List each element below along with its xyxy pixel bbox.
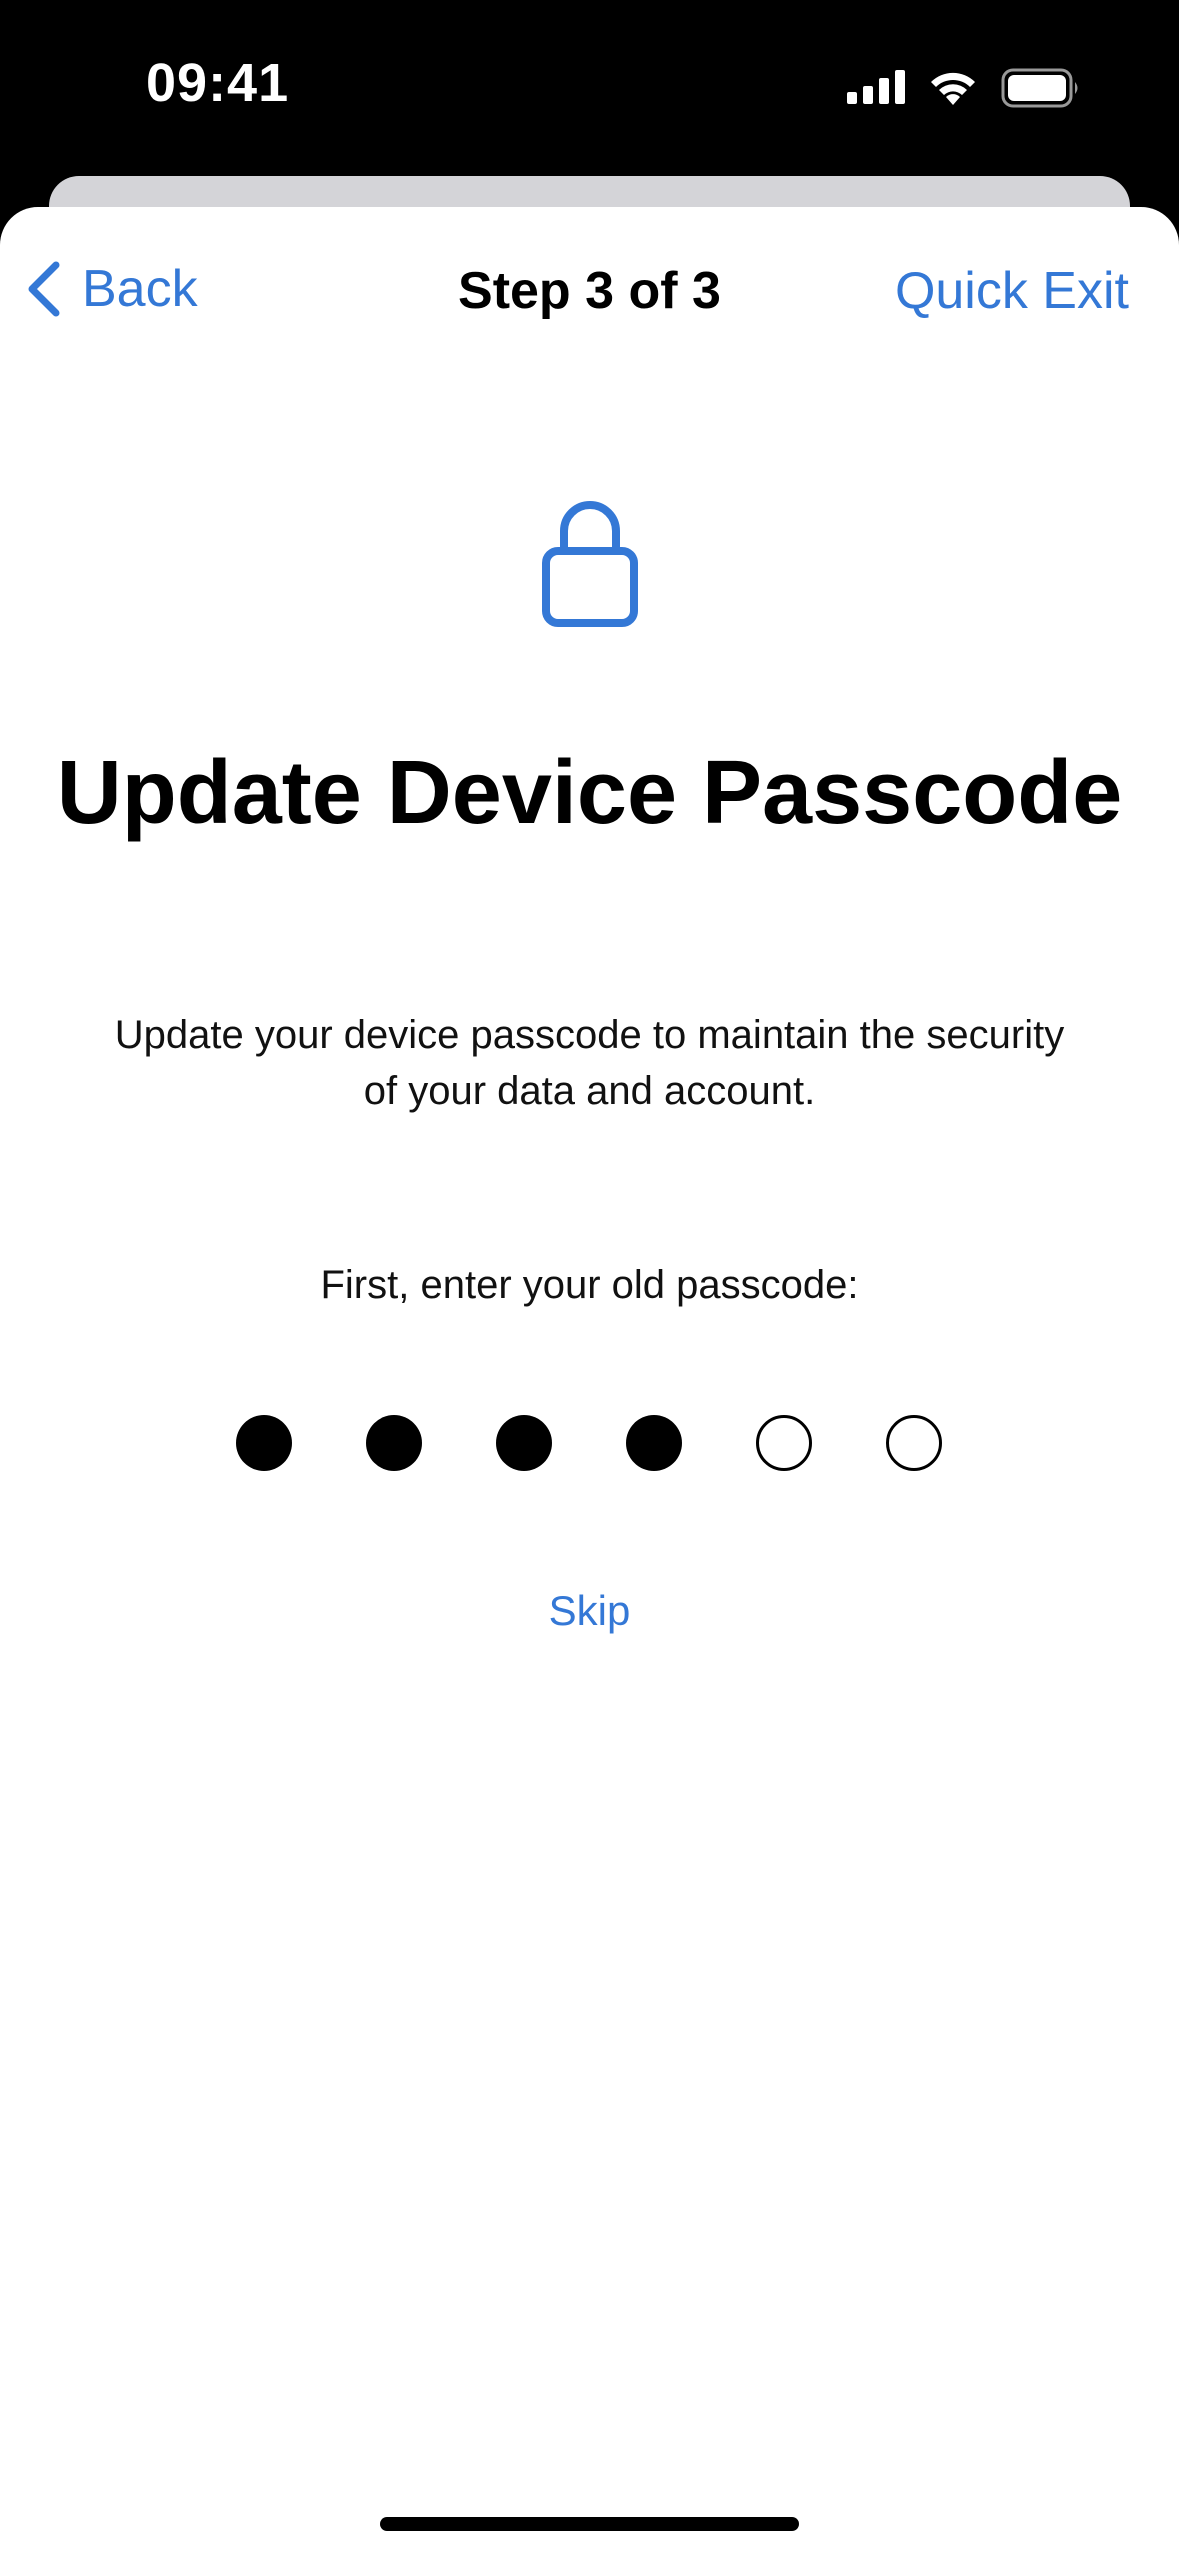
skip-row: Skip xyxy=(0,1587,1179,1635)
passcode-dot-filled xyxy=(626,1415,682,1471)
page-title-text: Update Device Passcode xyxy=(56,743,1123,843)
status-bar: 09:41 xyxy=(0,0,1179,170)
battery-icon xyxy=(1001,68,1078,108)
cellular-signal-icon xyxy=(847,70,905,104)
status-icons xyxy=(847,66,1081,110)
passcode-dot-empty xyxy=(886,1415,942,1471)
passcode-dot-filled xyxy=(496,1415,552,1471)
lock-icon xyxy=(542,501,638,627)
status-time: 09:41 xyxy=(146,53,290,113)
wifi-icon xyxy=(931,72,975,105)
page-subtitle: Update your device passcode to maintain … xyxy=(114,1013,1065,1113)
passcode-dot-filled xyxy=(236,1415,292,1471)
passcode-dot-filled xyxy=(366,1415,422,1471)
home-indicator xyxy=(380,2517,799,2531)
skip-button[interactable]: Skip xyxy=(549,1587,631,1634)
quick-exit-button[interactable]: Quick Exit xyxy=(895,261,1129,321)
main-sheet: Back Step 3 of 3 Quick Exit Update Devic… xyxy=(0,207,1179,2556)
page-title: Update Device Passcode xyxy=(0,737,1179,849)
passcode-dot-empty xyxy=(756,1415,812,1471)
passcode-screen: 09:41 Back Step 3 of 3 Quick Exit Update… xyxy=(0,0,1179,2556)
navigation-bar: Back Step 3 of 3 Quick Exit xyxy=(0,207,1179,377)
passcode-prompt: First, enter your old passcode: xyxy=(320,1263,859,1307)
